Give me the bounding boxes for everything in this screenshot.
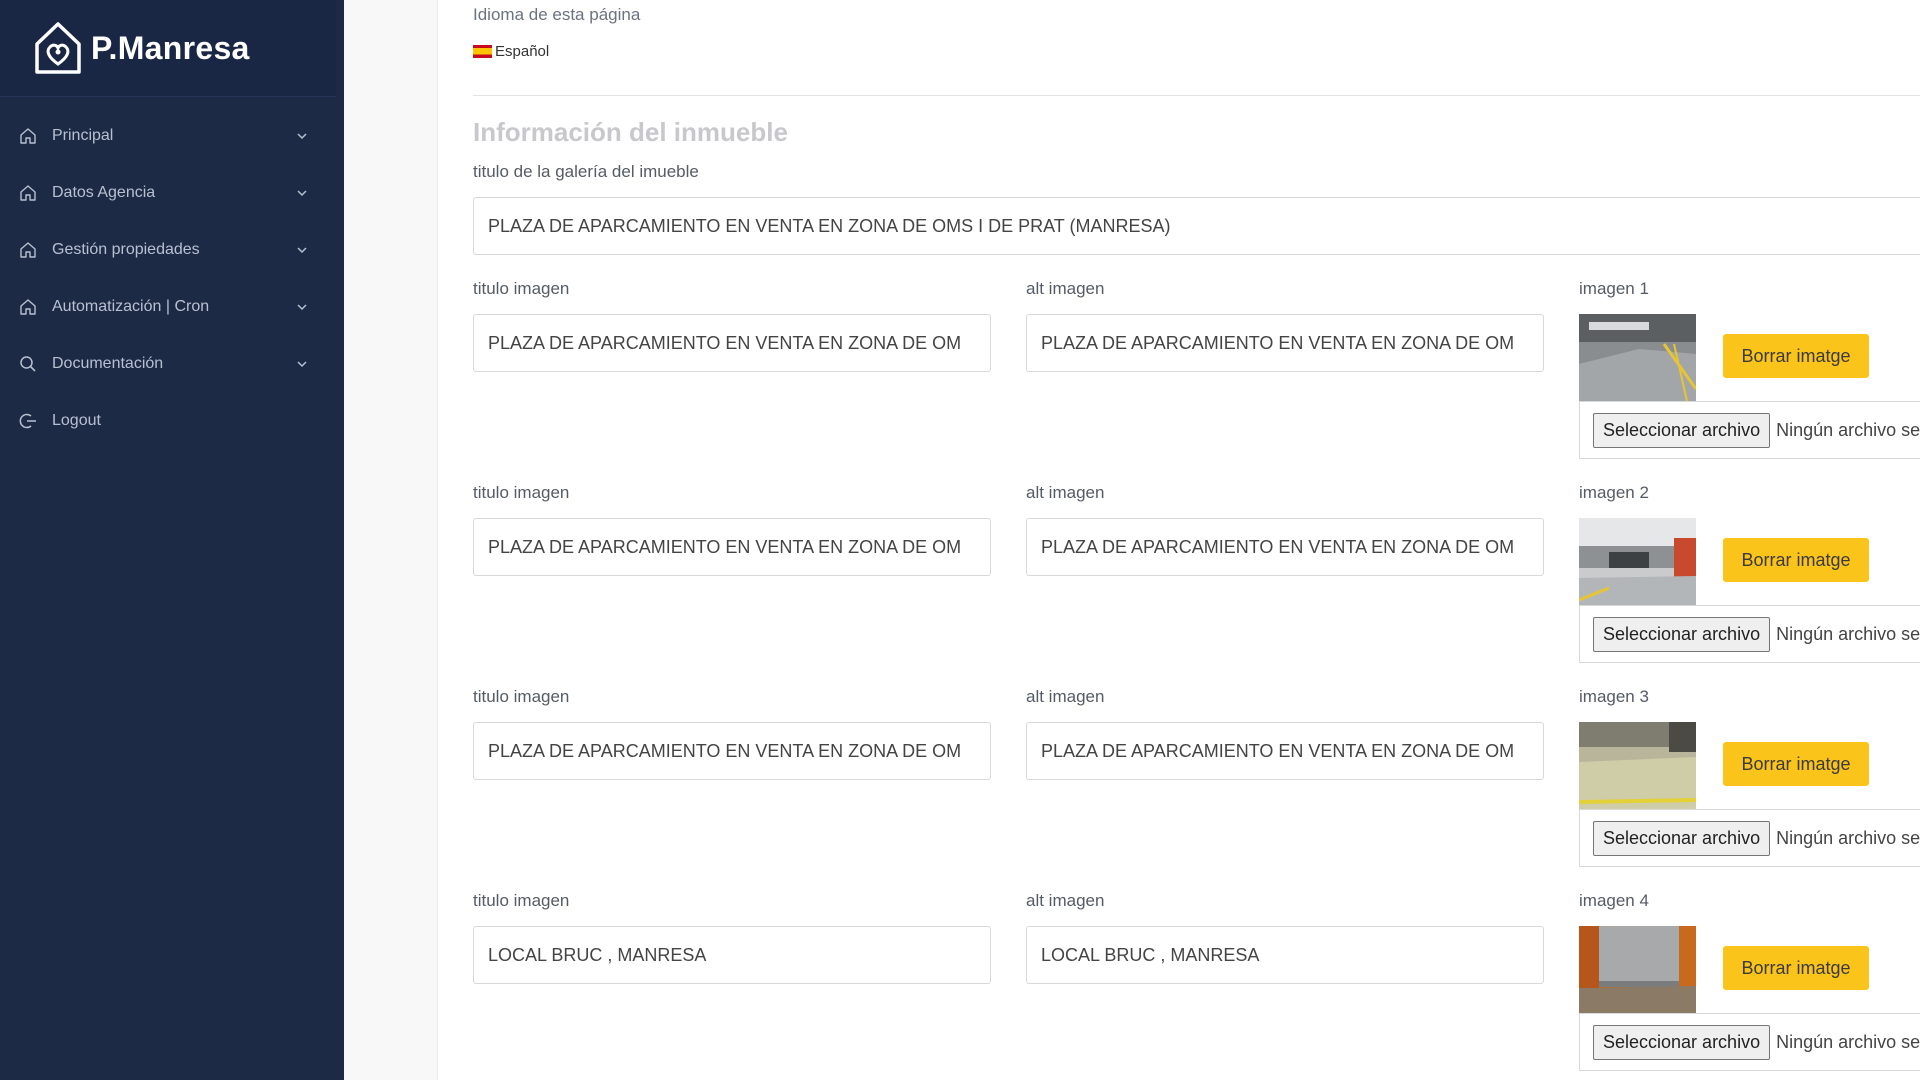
sidebar-item-datos-agencia[interactable]: Datos Agencia (0, 164, 344, 221)
image-alt-input[interactable] (1026, 518, 1544, 576)
main-content: Idioma de esta página Español Informació… (438, 0, 1920, 1080)
delete-image-button[interactable]: Borrar imatge (1723, 334, 1869, 378)
delete-image-button[interactable]: Borrar imatge (1723, 946, 1869, 990)
spain-flag-icon (473, 45, 492, 58)
chevron-down-icon (296, 244, 308, 256)
image-title-label: titulo imagen (473, 483, 570, 502)
sidebar-item-logout[interactable]: Logout (0, 392, 344, 449)
sidebar-nav: Principal Datos Agencia Gestión propieda… (0, 97, 344, 449)
brand[interactable]: P.Manresa (0, 0, 336, 97)
home-icon (19, 127, 37, 145)
language-selector[interactable]: Español (473, 43, 549, 60)
logout-icon (19, 412, 37, 430)
image-number-label: imagen 1 (1579, 279, 1649, 298)
file-status: Ningún archivo seleccionado (1776, 1031, 1920, 1052)
image-thumbnail (1579, 722, 1696, 809)
image-alt-label: alt imagen (1026, 483, 1105, 502)
gallery-title-label: titulo de la galería del imueble (473, 162, 699, 181)
delete-image-button[interactable]: Borrar imatge (1723, 538, 1869, 582)
image-title-input[interactable] (473, 314, 991, 372)
sidebar-item-label: Datos Agencia (52, 183, 156, 201)
image-title-input[interactable] (473, 518, 991, 576)
image-title-label: titulo imagen (473, 891, 570, 910)
image-thumbnail (1579, 926, 1696, 1013)
image-title-input[interactable] (473, 926, 991, 984)
sidebar-item-label: Automatización | Cron (52, 297, 210, 315)
home-icon (19, 241, 37, 259)
image-thumbnail (1579, 518, 1696, 605)
delete-image-button[interactable]: Borrar imatge (1723, 742, 1869, 786)
image-title-input[interactable] (473, 722, 991, 780)
file-upload: Seleccionar archivo Ningún archivo selec… (1579, 401, 1920, 459)
brand-name: P.Manresa (91, 29, 250, 66)
sidebar-item-label: Documentación (52, 354, 164, 372)
chevron-down-icon (296, 358, 308, 370)
select-file-button[interactable]: Seleccionar archivo (1593, 412, 1771, 448)
sidebar-item-label: Principal (52, 126, 114, 144)
sidebar-item-label: Logout (52, 411, 101, 429)
divider (473, 95, 1920, 96)
image-title-label: titulo imagen (473, 279, 570, 298)
image-alt-label: alt imagen (1026, 687, 1105, 706)
image-alt-label: alt imagen (1026, 891, 1105, 910)
image-alt-input[interactable] (1026, 722, 1544, 780)
file-status: Ningún archivo seleccionado (1776, 827, 1920, 848)
section-title: Información del inmueble (473, 117, 788, 147)
file-status: Ningún archivo seleccionado (1776, 623, 1920, 644)
select-file-button[interactable]: Seleccionar archivo (1593, 820, 1771, 856)
sidebar-item-principal[interactable]: Principal (0, 107, 344, 164)
house-heart-logo-icon (33, 20, 83, 76)
chevron-down-icon (296, 187, 308, 199)
image-alt-label: alt imagen (1026, 279, 1105, 298)
image-alt-input[interactable] (1026, 314, 1544, 372)
chevron-down-icon (296, 301, 308, 313)
file-upload: Seleccionar archivo Ningún archivo selec… (1579, 1013, 1920, 1071)
language-label: Idioma de esta página (473, 5, 641, 24)
gutter (344, 0, 438, 1080)
sidebar: P.Manresa Principal Datos Agencia Gestió… (0, 0, 344, 1080)
file-status: Ningún archivo seleccionado (1776, 419, 1920, 440)
search-icon (19, 355, 37, 373)
chevron-down-icon (296, 130, 308, 142)
sidebar-item-gestion-propiedades[interactable]: Gestión propiedades (0, 221, 344, 278)
gallery-title-input[interactable] (473, 197, 1920, 255)
sidebar-item-documentacion[interactable]: Documentación (0, 335, 344, 392)
image-title-label: titulo imagen (473, 687, 570, 706)
select-file-button[interactable]: Seleccionar archivo (1593, 616, 1771, 652)
home-icon (19, 298, 37, 316)
image-number-label: imagen 4 (1579, 891, 1649, 910)
sidebar-item-automatizacion-cron[interactable]: Automatización | Cron (0, 278, 344, 335)
file-upload: Seleccionar archivo Ningún archivo selec… (1579, 605, 1920, 663)
home-icon (19, 184, 37, 202)
language-value: Español (495, 43, 550, 60)
image-alt-input[interactable] (1026, 926, 1544, 984)
sidebar-item-label: Gestión propiedades (52, 240, 200, 258)
image-thumbnail (1579, 314, 1696, 401)
file-upload: Seleccionar archivo Ningún archivo selec… (1579, 809, 1920, 867)
select-file-button[interactable]: Seleccionar archivo (1593, 1024, 1771, 1060)
image-number-label: imagen 2 (1579, 483, 1649, 502)
image-number-label: imagen 3 (1579, 687, 1649, 706)
